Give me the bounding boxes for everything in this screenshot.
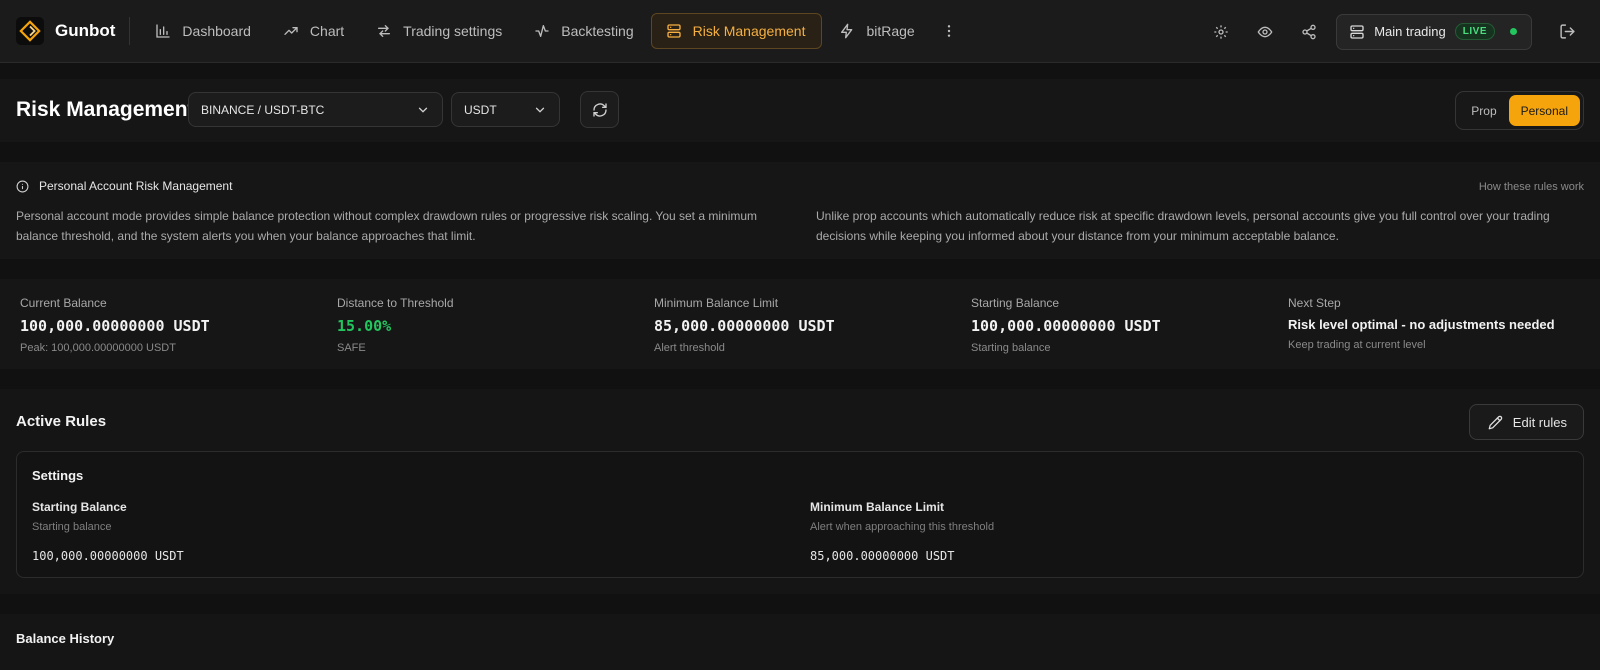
stat-label: Distance to Threshold	[337, 296, 454, 310]
info-text-left: Personal account mode provides simple ba…	[16, 209, 758, 243]
stat-label: Next Step	[1288, 296, 1341, 310]
nav-label-trading-settings: Trading settings	[403, 23, 503, 39]
zap-icon	[841, 23, 853, 39]
page-header: Risk Management BINANCE / USDT-BTC USDT …	[0, 79, 1600, 142]
stat-value: Risk level optimal - no adjustments need…	[1288, 317, 1555, 332]
nav-item-bitrage[interactable]: bitRage	[824, 14, 929, 48]
edit-rules-label: Edit rules	[1512, 414, 1567, 430]
pencil-icon	[1488, 415, 1503, 429]
stat-current-balance: Current Balance 100,000.00000000 USDT Pe…	[20, 296, 210, 354]
mode-prop[interactable]: Prop	[1459, 95, 1508, 126]
stat-sub: Keep trading at current level	[1288, 339, 1426, 351]
stat-starting-balance: Starting Balance 100,000.00000000 USDT S…	[971, 296, 1161, 354]
chevron-down-icon	[418, 107, 428, 113]
eye-icon	[1257, 26, 1273, 37]
stats-panel: Current Balance 100,000.00000000 USDT Pe…	[0, 279, 1600, 369]
stat-distance-to-threshold: Distance to Threshold 15.00% SAFE	[337, 296, 454, 354]
account-name: Main trading	[1374, 24, 1446, 39]
info-title: Personal Account Risk Management	[39, 179, 233, 193]
stat-sub: SAFE	[337, 342, 366, 354]
settings-card: Settings Starting Balance Starting balan…	[16, 451, 1584, 578]
nav-item-trading-settings[interactable]: Trading settings	[361, 14, 517, 48]
arrows-icon	[378, 25, 391, 37]
setting-desc: Starting balance	[32, 521, 112, 533]
info-text-right: Unlike prop accounts which automatically…	[816, 209, 1550, 243]
stat-value: 100,000.00000000 USDT	[20, 317, 210, 335]
nav-right-actions: Main trading LIVE	[1194, 0, 1600, 63]
pair-select[interactable]: BINANCE / USDT-BTC	[188, 92, 443, 127]
stat-sub: Alert threshold	[654, 342, 725, 354]
setting-desc: Alert when approaching this threshold	[810, 521, 995, 533]
server-icon	[666, 24, 681, 38]
nav-item-backtesting[interactable]: Backtesting	[519, 14, 648, 48]
stat-value: 15.00%	[337, 317, 392, 335]
stat-sub: Peak: 100,000.00000000 USDT	[20, 342, 176, 354]
chevron-down-icon	[535, 107, 545, 113]
status-dot	[1510, 28, 1517, 35]
stat-next-step: Next Step Risk level optimal - no adjust…	[1288, 296, 1555, 351]
account-selector[interactable]: Main trading LIVE	[1336, 13, 1532, 50]
nav-label-risk-management: Risk Management	[692, 23, 806, 39]
balance-history-section: Balance History	[0, 614, 1600, 670]
currency-select[interactable]: USDT	[451, 92, 560, 127]
share-button[interactable]	[1292, 15, 1326, 49]
main-nav: Dashboard Chart Trading settings Backtes…	[140, 13, 959, 49]
brand-name: Gunbot	[55, 21, 116, 40]
stat-label: Starting Balance	[971, 296, 1060, 310]
account-mode-toggle: Prop Personal	[1455, 91, 1584, 130]
top-navigation-bar: Gunbot Dashboard Chart Trading settings …	[0, 0, 1600, 63]
info-panel: Personal Account Risk Management How the…	[0, 162, 1600, 259]
nav-label-bitrage: bitRage	[866, 23, 915, 39]
refresh-icon	[592, 102, 607, 117]
stat-label: Current Balance	[20, 296, 107, 310]
nav-label-chart: Chart	[309, 23, 345, 39]
stat-minimum-balance: Minimum Balance Limit 85,000.00000000 US…	[654, 296, 835, 354]
live-badge: LIVE	[1454, 23, 1495, 40]
more-menu-button[interactable]	[938, 14, 960, 48]
active-rules-section: Active Rules Edit rules Settings Startin…	[0, 389, 1600, 594]
bar-chart-icon	[156, 24, 171, 38]
pair-select-value: BINANCE / USDT-BTC	[201, 102, 325, 117]
balance-history-title: Balance History	[16, 631, 115, 646]
setting-label: Starting Balance	[32, 500, 127, 514]
nav-label-dashboard: Dashboard	[182, 23, 251, 39]
settings-card-title: Settings	[32, 468, 84, 483]
activity-icon	[535, 25, 549, 37]
logout-icon	[1559, 24, 1575, 39]
visibility-button[interactable]	[1248, 15, 1282, 49]
share-icon	[1302, 24, 1316, 39]
stat-value: 85,000.00000000 USDT	[654, 317, 835, 335]
edit-rules-button[interactable]: Edit rules	[1468, 404, 1584, 440]
setting-minimum-balance: Minimum Balance Limit Alert when approac…	[810, 500, 994, 563]
server-icon	[1350, 24, 1364, 39]
more-vertical-icon	[947, 25, 950, 37]
nav-item-risk-management[interactable]: Risk Management	[650, 13, 823, 49]
nav-item-chart[interactable]: Chart	[268, 14, 359, 48]
nav-label-backtesting: Backtesting	[561, 23, 634, 39]
setting-label: Minimum Balance Limit	[810, 500, 945, 514]
trend-icon	[284, 26, 298, 35]
info-header: Personal Account Risk Management	[16, 179, 232, 193]
currency-select-value: USDT	[464, 102, 497, 117]
refresh-button[interactable]	[580, 91, 619, 128]
brand[interactable]: Gunbot	[16, 17, 131, 45]
gear-icon	[1214, 24, 1228, 39]
info-icon	[16, 180, 29, 192]
settings-button[interactable]	[1204, 15, 1238, 49]
how-rules-work-link[interactable]: How these rules work	[1479, 181, 1584, 193]
stat-sub: Starting balance	[971, 342, 1051, 354]
stat-value: 100,000.00000000 USDT	[971, 317, 1161, 335]
gunbot-logo-icon	[16, 17, 44, 45]
page-title: Risk Management	[16, 98, 195, 121]
setting-starting-balance: Starting Balance Starting balance 100,00…	[32, 500, 184, 563]
logout-button[interactable]	[1550, 15, 1584, 49]
mode-personal[interactable]: Personal	[1508, 95, 1580, 126]
setting-value: 100,000.00000000 USDT	[32, 549, 184, 563]
nav-item-dashboard[interactable]: Dashboard	[140, 14, 266, 48]
setting-value: 85,000.00000000 USDT	[810, 549, 955, 563]
stat-label: Minimum Balance Limit	[654, 296, 779, 310]
active-rules-title: Active Rules	[16, 413, 107, 430]
